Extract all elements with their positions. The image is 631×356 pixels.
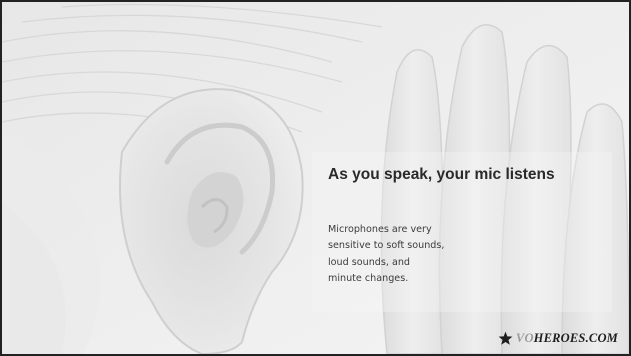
logo-suffix: HEROES.COM	[533, 331, 618, 345]
slide-title: As you speak, your mic listens	[328, 166, 555, 183]
logo-wordmark: VOHEROES.COM	[516, 331, 618, 346]
voheroes-logo: VOHEROES.COM	[498, 331, 618, 346]
slide-body: Microphones are very sensitive to soft s…	[328, 222, 478, 287]
slide: As you speak, your mic listens Microphon…	[0, 0, 631, 356]
body-line: minute changes.	[328, 272, 409, 284]
logo-prefix: VO	[515, 331, 534, 345]
body-line: loud sounds, and	[328, 256, 411, 268]
body-line: sensitive to soft sounds,	[328, 240, 445, 252]
body-line: Microphones are very	[328, 224, 432, 235]
star-icon	[498, 331, 513, 345]
